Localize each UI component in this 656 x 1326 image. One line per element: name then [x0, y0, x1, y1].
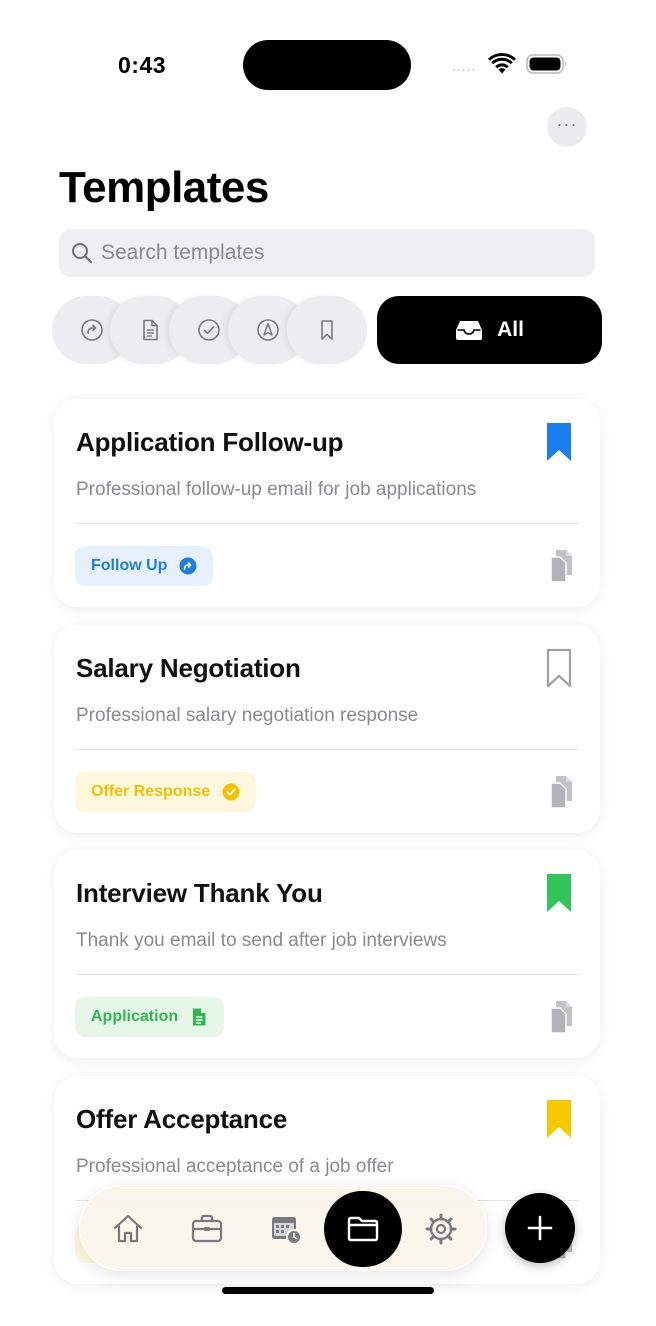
follow-up-icon	[81, 319, 103, 341]
wifi-icon	[488, 53, 516, 74]
template-title: Offer Acceptance	[76, 1104, 288, 1134]
tray-icon	[456, 321, 483, 340]
document-icon	[193, 1008, 206, 1026]
status-bar: 0:43 .....	[0, 0, 656, 110]
folder-icon	[347, 1216, 379, 1242]
home-icon	[113, 1214, 143, 1243]
copy-icon[interactable]	[547, 1000, 577, 1034]
filter-chip-all[interactable]: All	[377, 296, 602, 364]
home-indicator	[222, 1287, 434, 1294]
template-card[interactable]: Application Follow-up Professional follo…	[54, 399, 600, 607]
bookmark-outline-icon[interactable]	[545, 647, 573, 689]
category-tag: Offer Response	[75, 772, 257, 812]
category-tag-label: Offer Response	[91, 783, 211, 800]
category-tag-label: Follow Up	[91, 557, 168, 574]
plus-icon	[527, 1215, 553, 1241]
page-title: Templates	[59, 163, 269, 212]
search-icon	[72, 243, 93, 264]
bookmark-icon	[321, 320, 333, 340]
template-card[interactable]: Salary Negotiation Professional salary n…	[54, 625, 600, 833]
document-icon	[143, 319, 158, 341]
bookmark-filled-icon[interactable]	[545, 421, 573, 463]
search-input[interactable]	[101, 241, 571, 265]
copy-icon[interactable]	[547, 775, 577, 809]
copy-icon[interactable]	[547, 549, 577, 583]
card-divider	[76, 974, 579, 975]
template-title: Interview Thank You	[76, 878, 323, 908]
card-divider	[76, 749, 579, 750]
status-time: 0:43	[118, 52, 167, 78]
tab-templates[interactable]	[324, 1191, 402, 1267]
gear-icon	[425, 1213, 457, 1245]
template-description: Professional salary negotiation response	[76, 705, 419, 726]
calendar-clock-icon	[272, 1217, 302, 1245]
checkmark-circle-icon	[222, 783, 240, 801]
category-filters: All	[0, 296, 656, 364]
filter-chip-bookmarked[interactable]	[287, 296, 367, 364]
dynamic-island	[243, 40, 411, 90]
template-description: Professional acceptance of a job offer	[76, 1156, 394, 1177]
card-divider	[76, 523, 579, 524]
battery-icon	[526, 54, 567, 74]
category-tag-label: Application	[91, 1008, 179, 1025]
template-title: Salary Negotiation	[76, 653, 301, 683]
tab-calendar[interactable]	[265, 1208, 307, 1250]
bookmark-filled-icon[interactable]	[545, 872, 573, 914]
template-card[interactable]: Interview Thank You Thank you email to s…	[54, 850, 600, 1058]
category-tag: Application	[75, 997, 225, 1037]
template-description: Professional follow-up email for job app…	[76, 479, 477, 500]
ellipsis-icon: ···	[556, 114, 578, 134]
bookmark-filled-icon[interactable]	[545, 1098, 573, 1140]
add-template-button[interactable]	[505, 1193, 575, 1263]
tab-settings[interactable]	[420, 1208, 462, 1250]
search-bar[interactable]	[59, 229, 595, 277]
tab-home[interactable]	[107, 1208, 149, 1250]
compass-icon	[257, 319, 279, 341]
cellular-signal-icon: .....	[452, 58, 477, 74]
filter-all-label: All	[497, 318, 524, 341]
tab-bar	[79, 1185, 487, 1271]
briefcase-icon	[191, 1214, 223, 1243]
template-title: Application Follow-up	[76, 427, 344, 457]
more-options-button[interactable]: ···	[547, 107, 587, 147]
template-description: Thank you email to send after job interv…	[76, 930, 447, 951]
checkmark-circle-icon	[198, 319, 220, 341]
category-tag: Follow Up	[75, 546, 214, 586]
arrow-circle-icon	[179, 557, 197, 575]
tab-jobs[interactable]	[186, 1208, 228, 1250]
